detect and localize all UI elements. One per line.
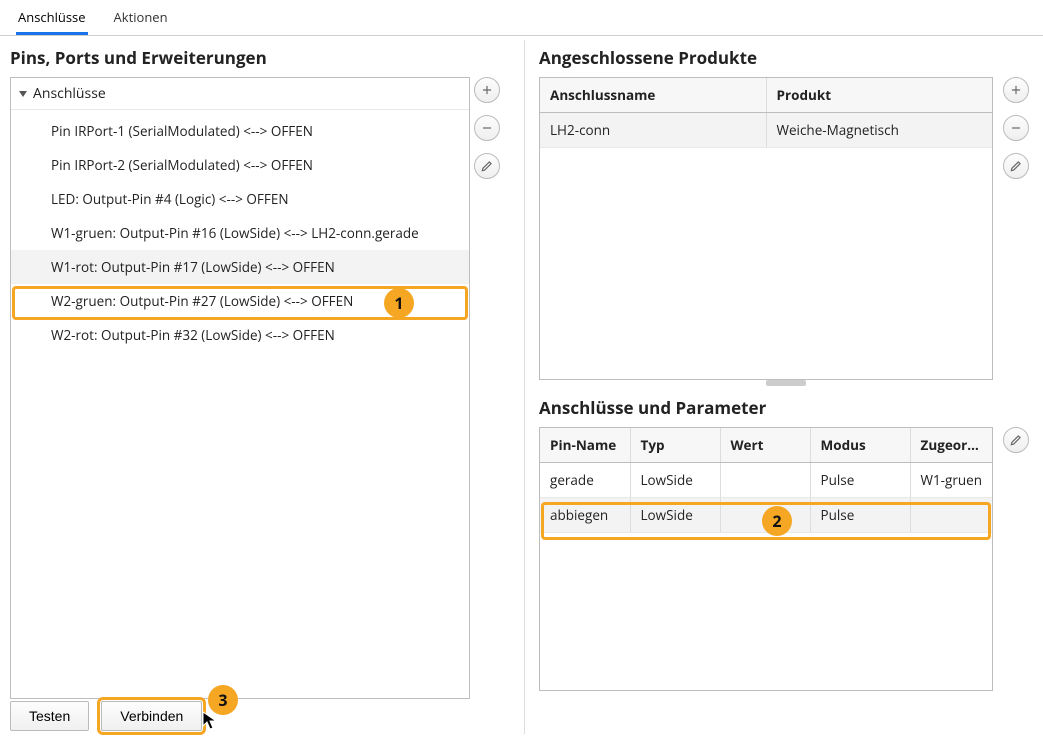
connected-products-title: Angeschlossene Produkte [539, 46, 1033, 69]
table-row[interactable]: abbiegen LowSide Pulse [540, 498, 992, 533]
params-grid[interactable]: Pin-Name Typ Wert Modus Zugeord… gerade … [539, 427, 993, 691]
test-button[interactable]: Testen [10, 701, 89, 731]
pin-tree[interactable]: Anschlüsse Pin IRPort-1 (SerialModulated… [10, 77, 470, 699]
tree-item[interactable]: W2-rot: Output-Pin #32 (LowSide) <--> OF… [11, 318, 469, 352]
col-anschlussname[interactable]: Anschlussname [540, 78, 766, 113]
cell-pin: gerade [540, 463, 630, 498]
cell-modus: Pulse [810, 498, 910, 533]
connections-params-title: Anschlüsse und Parameter [539, 396, 1033, 419]
tree-root[interactable]: Anschlüsse [11, 78, 469, 110]
connect-button[interactable]: Verbinden [101, 701, 202, 731]
col-pin-name[interactable]: Pin-Name [540, 428, 630, 463]
cell-zugeord: W1-gruen [910, 463, 992, 498]
tree-item[interactable]: Pin IRPort-1 (SerialModulated) <--> OFFE… [11, 114, 469, 148]
add-product-button[interactable] [1003, 77, 1029, 103]
cell-typ: LowSide [630, 498, 720, 533]
tree-root-label: Anschlüsse [33, 84, 106, 103]
cell-pin: abbiegen [540, 498, 630, 533]
vertical-splitter[interactable] [766, 380, 806, 386]
remove-pin-button[interactable] [474, 115, 500, 141]
connected-products-grid[interactable]: Anschlussname Produkt LH2-conn Weiche-Ma… [539, 77, 993, 380]
cell-produkt: Weiche-Magnetisch [766, 113, 992, 148]
table-row[interactable]: gerade LowSide Pulse W1-gruen [540, 463, 992, 498]
cursor-icon [202, 711, 218, 736]
cell-anschlussname: LH2-conn [540, 113, 766, 148]
tree-item[interactable]: W1-gruen: Output-Pin #16 (LowSide) <--> … [11, 216, 469, 250]
cell-zugeord [910, 498, 992, 533]
cell-wert [720, 463, 810, 498]
col-typ[interactable]: Typ [630, 428, 720, 463]
col-wert[interactable]: Wert [720, 428, 810, 463]
tab-connections[interactable]: Anschlüsse [16, 0, 88, 35]
col-produkt[interactable]: Produkt [766, 78, 992, 113]
tree-item[interactable]: W1-rot: Output-Pin #17 (LowSide) <--> OF… [11, 250, 469, 284]
tab-actions[interactable]: Aktionen [112, 0, 170, 35]
pins-section-title: Pins, Ports und Erweiterungen [10, 46, 510, 69]
tree-item[interactable]: LED: Output-Pin #4 (Logic) <--> OFFEN [11, 182, 469, 216]
add-pin-button[interactable] [474, 77, 500, 103]
cell-modus: Pulse [810, 463, 910, 498]
edit-param-button[interactable] [1003, 427, 1029, 453]
edit-pin-button[interactable] [474, 153, 500, 179]
caret-down-icon [19, 91, 27, 97]
col-zugeordnet[interactable]: Zugeord… [910, 428, 992, 463]
tree-item[interactable]: Pin IRPort-2 (SerialModulated) <--> OFFE… [11, 148, 469, 182]
col-modus[interactable]: Modus [810, 428, 910, 463]
remove-product-button[interactable] [1003, 115, 1029, 141]
table-row[interactable]: LH2-conn Weiche-Magnetisch [540, 113, 992, 148]
tree-item[interactable]: W2-gruen: Output-Pin #27 (LowSide) <--> … [11, 284, 469, 318]
cell-wert [720, 498, 810, 533]
edit-product-button[interactable] [1003, 153, 1029, 179]
cell-typ: LowSide [630, 463, 720, 498]
